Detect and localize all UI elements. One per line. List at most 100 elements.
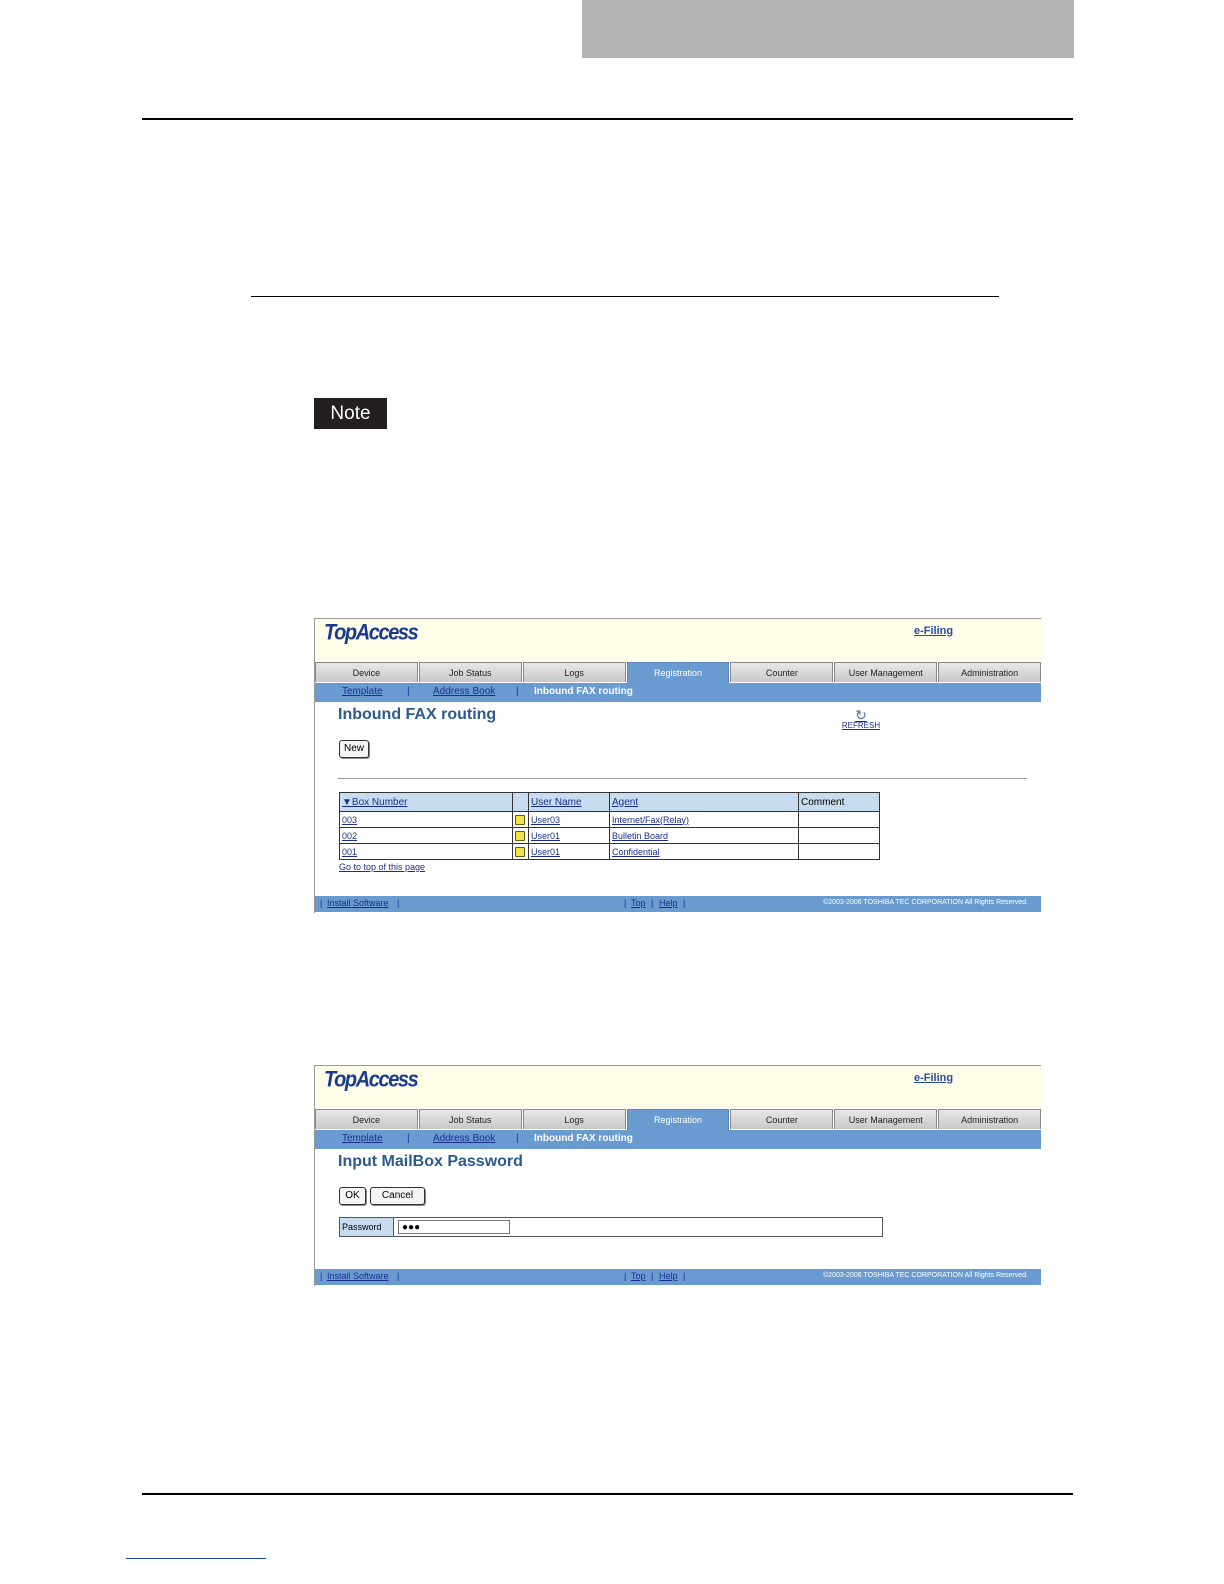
main-tabs: Device Job Status Logs Registration Coun…: [315, 662, 1041, 684]
footer-top-link[interactable]: Top: [631, 898, 646, 908]
box-number-cell: 001: [339, 843, 513, 860]
subnav-separator: |: [407, 686, 410, 697]
copyright-text: ©2003-2006 TOSHIBA TEC CORPORATION All R…: [823, 899, 1028, 906]
footer-bar: | Install Software | | Top | Help | ©200…: [315, 896, 1041, 912]
user-name-cell: User01: [528, 843, 610, 860]
subnav-separator: |: [407, 1133, 410, 1144]
footer-separator: |: [683, 898, 686, 908]
comment-cell: [798, 843, 880, 860]
tab-logs[interactable]: Logs: [522, 662, 626, 682]
go-to-top-link[interactable]: Go to top of this page: [339, 862, 425, 872]
agent-header-link[interactable]: Agent: [612, 797, 638, 808]
lock-cell: [512, 827, 529, 844]
user-name-link[interactable]: User01: [531, 847, 560, 857]
column-header-user-name[interactable]: User Name: [528, 792, 610, 812]
footer-separator: |: [320, 898, 323, 908]
content-divider: [338, 778, 1027, 779]
user-name-link[interactable]: User03: [531, 815, 560, 825]
box-number-link[interactable]: 002: [342, 831, 357, 841]
tab-user-management[interactable]: User Management: [834, 1109, 938, 1129]
table-row: 002 User01 Bulletin Board: [339, 827, 880, 844]
tab-logs[interactable]: Logs: [522, 1109, 626, 1129]
footer-separator: |: [624, 898, 627, 908]
table-header-row: ▼Box Number User Name Agent Comment: [339, 792, 880, 812]
box-number-header-label: Box Number: [351, 796, 408, 808]
subnav-separator: |: [516, 1133, 519, 1144]
agent-cell: Internet/Fax(Relay): [609, 811, 799, 828]
subnav-template-link[interactable]: Template: [342, 686, 383, 697]
footer-separator: |: [683, 1271, 686, 1281]
lock-cell: [512, 811, 529, 828]
subnav-current-page: Inbound FAX routing: [534, 1133, 633, 1144]
lock-icon: [515, 830, 525, 841]
footer-top-link[interactable]: Top: [631, 1271, 646, 1281]
footer-bar: | Install Software | | Top | Help | ©200…: [315, 1269, 1041, 1285]
tab-counter[interactable]: Counter: [730, 1109, 834, 1129]
column-header-comment: Comment: [798, 792, 880, 812]
column-header-box-number[interactable]: ▼Box Number: [339, 792, 513, 812]
cancel-button[interactable]: Cancel: [370, 1187, 425, 1205]
main-tabs: Device Job Status Logs Registration Coun…: [315, 1109, 1041, 1131]
mailbox-table: ▼Box Number User Name Agent Comment 003 …: [339, 792, 880, 860]
footer-link-underline: [126, 1558, 266, 1559]
box-number-cell: 002: [339, 827, 513, 844]
footer-separator: |: [397, 1271, 400, 1281]
tab-registration[interactable]: Registration: [626, 662, 730, 684]
tab-administration[interactable]: Administration: [938, 662, 1041, 682]
tab-job-status[interactable]: Job Status: [418, 662, 522, 682]
new-button[interactable]: New: [339, 740, 369, 758]
tab-device[interactable]: Device: [315, 662, 418, 682]
sort-box-number-link[interactable]: ▼Box Number: [342, 797, 407, 808]
user-name-link[interactable]: User01: [531, 831, 560, 841]
table-row: 001 User01 Confidential: [339, 843, 880, 860]
agent-cell: Bulletin Board: [609, 827, 799, 844]
install-software-link[interactable]: Install Software: [327, 898, 389, 908]
user-name-cell: User01: [528, 827, 610, 844]
lock-cell: [512, 843, 529, 860]
subnav-separator: |: [516, 686, 519, 697]
agent-link[interactable]: Bulletin Board: [612, 831, 668, 841]
sub-navigation: Template | Address Book | Inbound FAX ro…: [315, 683, 1041, 702]
footer-separator: |: [651, 1271, 654, 1281]
agent-link[interactable]: Internet/Fax(Relay): [612, 815, 689, 825]
footer-separator: |: [320, 1271, 323, 1281]
footer-help-link[interactable]: Help: [659, 1271, 678, 1281]
bottom-rule: [142, 1493, 1073, 1495]
box-number-cell: 003: [339, 811, 513, 828]
comment-cell: [798, 827, 880, 844]
user-name-header-link[interactable]: User Name: [531, 797, 582, 808]
box-number-link[interactable]: 003: [342, 815, 357, 825]
lock-icon: [515, 814, 525, 825]
password-field[interactable]: ●●●: [398, 1220, 510, 1234]
tab-registration[interactable]: Registration: [626, 1109, 730, 1131]
agent-link[interactable]: Confidential: [612, 847, 660, 857]
subnav-template-link[interactable]: Template: [342, 1133, 383, 1144]
table-row: 003 User03 Internet/Fax(Relay): [339, 811, 880, 828]
subnav-current-page: Inbound FAX routing: [534, 686, 633, 697]
app-header: TopAccess e-Filing: [315, 1066, 1041, 1108]
efiling-link[interactable]: e-Filing: [914, 1072, 953, 1084]
page-title: Input MailBox Password: [338, 1153, 523, 1170]
tab-user-management[interactable]: User Management: [834, 662, 938, 682]
user-name-cell: User03: [528, 811, 610, 828]
tab-administration[interactable]: Administration: [938, 1109, 1041, 1129]
sort-down-icon: ▼: [342, 796, 352, 808]
footer-help-link[interactable]: Help: [659, 898, 678, 908]
box-number-link[interactable]: 001: [342, 847, 357, 857]
tab-device[interactable]: Device: [315, 1109, 418, 1129]
efiling-link[interactable]: e-Filing: [914, 625, 953, 637]
tab-counter[interactable]: Counter: [730, 662, 834, 682]
tab-job-status[interactable]: Job Status: [418, 1109, 522, 1129]
agent-cell: Confidential: [609, 843, 799, 860]
ok-button[interactable]: OK: [339, 1187, 366, 1205]
install-software-link[interactable]: Install Software: [327, 1271, 389, 1281]
column-header-agent[interactable]: Agent: [609, 792, 799, 812]
inbound-fax-routing-screenshot: TopAccess e-Filing Device Job Status Log…: [314, 618, 1041, 913]
sub-navigation: Template | Address Book | Inbound FAX ro…: [315, 1130, 1041, 1149]
footer-separator: |: [397, 898, 400, 908]
password-row: Password ●●●: [339, 1217, 883, 1237]
copyright-text: ©2003-2006 TOSHIBA TEC CORPORATION All R…: [823, 1272, 1028, 1279]
subnav-address-book-link[interactable]: Address Book: [433, 686, 495, 697]
subnav-address-book-link[interactable]: Address Book: [433, 1133, 495, 1144]
refresh-button[interactable]: ↻ REFRESH: [841, 708, 881, 730]
